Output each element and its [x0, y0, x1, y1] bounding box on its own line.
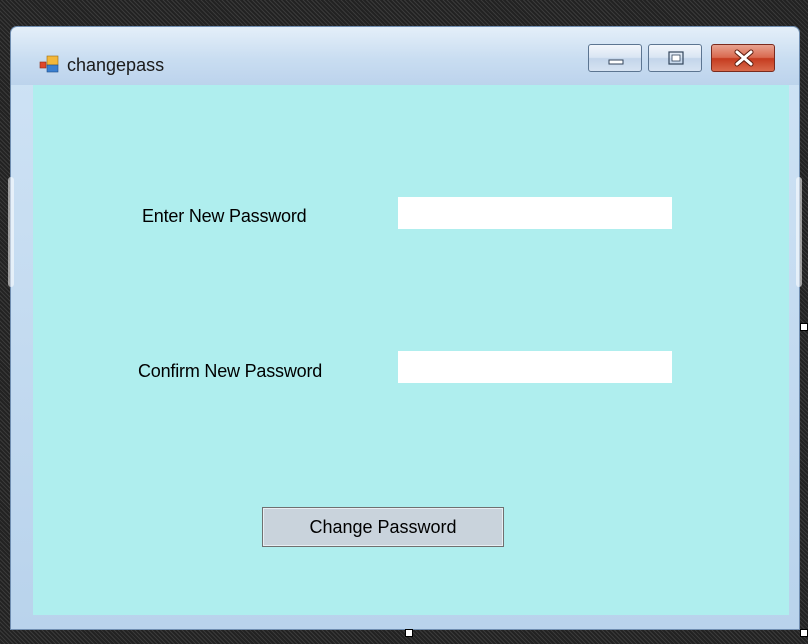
window-title: changepass: [67, 55, 165, 75]
minimize-button[interactable]: [588, 44, 642, 72]
form-app-icon: [39, 55, 59, 73]
resize-handle-right[interactable]: [800, 323, 808, 331]
new-password-label: Enter New Password: [142, 206, 307, 226]
form-window: changepass Enter New Password Confirm Ne…: [8, 26, 802, 630]
close-icon: [734, 49, 754, 67]
change-password-button[interactable]: Change Password: [262, 507, 504, 547]
right-frame-highlight: [796, 177, 802, 287]
maximize-icon: [668, 51, 684, 65]
new-password-field[interactable]: [398, 197, 672, 229]
resize-handle-corner[interactable]: [800, 629, 808, 637]
left-frame-highlight: [8, 177, 14, 287]
maximize-button[interactable]: [648, 44, 702, 72]
resize-handle-bottom[interactable]: [405, 629, 413, 637]
confirm-password-label: Confirm New Password: [138, 361, 323, 381]
close-button[interactable]: [711, 44, 775, 72]
minimize-icon: [608, 59, 624, 65]
form-client-area: Enter New Password Confirm New Password …: [33, 85, 789, 615]
confirm-password-field[interactable]: [398, 351, 672, 383]
